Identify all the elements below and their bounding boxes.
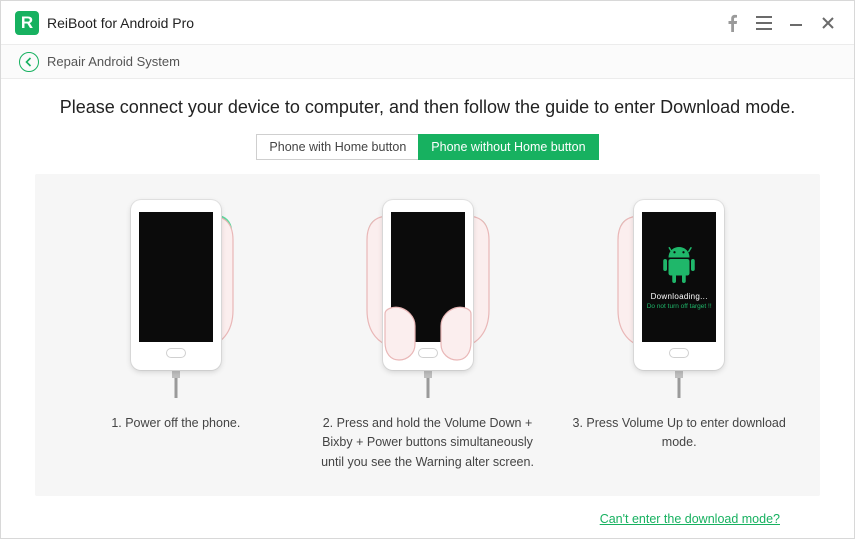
step-1-illustration bbox=[91, 196, 261, 396]
phone-icon bbox=[131, 200, 221, 370]
tab-phone-without-home[interactable]: Phone without Home button bbox=[418, 134, 598, 160]
breadcrumb-text: Repair Android System bbox=[47, 54, 180, 69]
breadcrumb: Repair Android System bbox=[1, 45, 854, 79]
step-2-caption: 2. Press and hold the Volume Down + Bixb… bbox=[313, 414, 543, 472]
step-1: 1. Power off the phone. bbox=[55, 196, 297, 472]
main-content: Please connect your device to computer, … bbox=[1, 79, 854, 538]
step-1-caption: 1. Power off the phone. bbox=[111, 414, 240, 433]
back-button[interactable] bbox=[19, 52, 39, 72]
usb-cable-icon bbox=[169, 370, 183, 398]
step-2-illustration bbox=[343, 196, 513, 396]
steps-panel: 1. Power off the phone. bbox=[35, 174, 820, 496]
step-3-caption: 3. Press Volume Up to enter download mod… bbox=[564, 414, 794, 453]
download-warning-text: Do not turn off target !! bbox=[647, 303, 712, 310]
tab-phone-with-home[interactable]: Phone with Home button bbox=[256, 134, 418, 160]
step-3-illustration: Downloading... Do not turn off target !! bbox=[594, 196, 764, 396]
titlebar: R ReiBoot for Android Pro bbox=[1, 1, 854, 45]
finger-right-icon bbox=[439, 306, 473, 362]
tab-group: Phone with Home button Phone without Hom… bbox=[35, 134, 820, 160]
cant-enter-download-mode-link[interactable]: Can't enter the download mode? bbox=[600, 512, 780, 526]
step-2: 2. Press and hold the Volume Down + Bixb… bbox=[307, 196, 549, 472]
phone-icon: Downloading... Do not turn off target !! bbox=[634, 200, 724, 370]
help-link-row: Can't enter the download mode? bbox=[35, 496, 820, 528]
step-3: Downloading... Do not turn off target !!… bbox=[558, 196, 800, 472]
facebook-icon[interactable] bbox=[716, 7, 748, 39]
downloading-text: Downloading... bbox=[651, 292, 708, 301]
close-icon[interactable] bbox=[812, 7, 844, 39]
menu-icon[interactable] bbox=[748, 7, 780, 39]
minimize-icon[interactable] bbox=[780, 7, 812, 39]
app-logo-icon: R bbox=[15, 11, 39, 35]
page-headline: Please connect your device to computer, … bbox=[35, 97, 820, 118]
app-title: ReiBoot for Android Pro bbox=[47, 15, 194, 31]
android-icon bbox=[661, 244, 697, 286]
finger-left-icon bbox=[383, 306, 417, 362]
